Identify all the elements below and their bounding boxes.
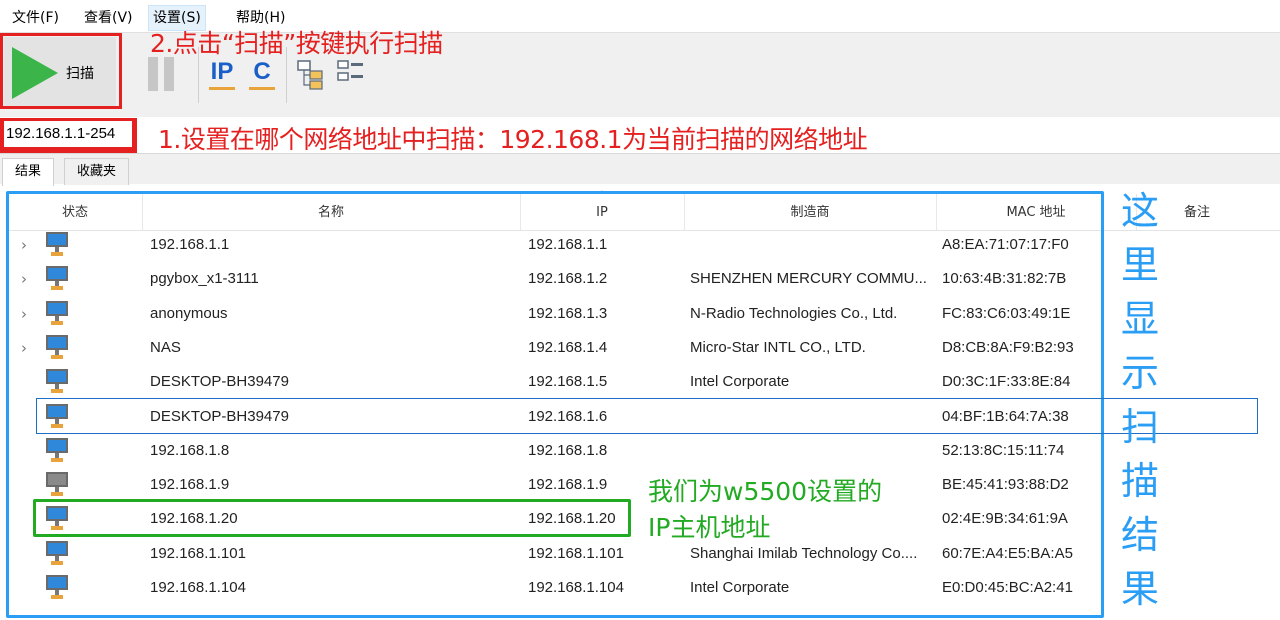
ip-glyph: IP — [210, 58, 234, 85]
w5500-row-highlight — [33, 499, 631, 537]
results-annotation-char: 这 — [1120, 189, 1159, 233]
results-annotation-char: 里 — [1120, 243, 1159, 287]
menu-file[interactable]: 文件(F) — [8, 6, 63, 30]
results-annotation-char: 扫 — [1120, 405, 1159, 449]
pause-icon[interactable] — [148, 57, 178, 91]
subnet-c-icon[interactable]: C — [247, 57, 277, 91]
results-annotation-char: 描 — [1120, 459, 1159, 503]
tree-view-icon[interactable] — [296, 57, 326, 91]
results-annotation-char: 显 — [1120, 297, 1159, 341]
ip-range-icon[interactable]: IP — [207, 57, 237, 91]
results-annotation: 这 里 显 示 扫 描 结 果 — [1116, 184, 1164, 616]
w5500-annotation: 我们为w5500设置的 IP主机地址 — [648, 474, 882, 546]
w5500-annotation-line2: IP主机地址 — [648, 513, 771, 542]
scan-button-highlight — [0, 33, 122, 109]
list-view-icon[interactable] — [336, 57, 366, 91]
c-glyph: C — [253, 58, 271, 85]
ip-range-highlight — [0, 118, 137, 153]
menu-view[interactable]: 查看(V) — [80, 6, 137, 30]
step2-annotation: 2.点击“扫描”按键执行扫描 — [150, 29, 443, 58]
tab-results[interactable]: 结果 — [2, 158, 55, 186]
w5500-annotation-line1: 我们为w5500设置的 — [648, 477, 883, 506]
results-annotation-char: 果 — [1120, 567, 1159, 611]
results-annotation-char: 示 — [1120, 351, 1159, 395]
step1-annotation: 1.设置在哪个网络地址中扫描：192.168.1为当前扫描的网络地址 — [158, 125, 868, 154]
tab-favorites[interactable]: 收藏夹 — [64, 158, 130, 185]
selected-row-outline — [36, 398, 1258, 434]
results-annotation-char: 结 — [1120, 513, 1159, 557]
tab-bar: 结果 收藏夹 — [0, 154, 1280, 186]
